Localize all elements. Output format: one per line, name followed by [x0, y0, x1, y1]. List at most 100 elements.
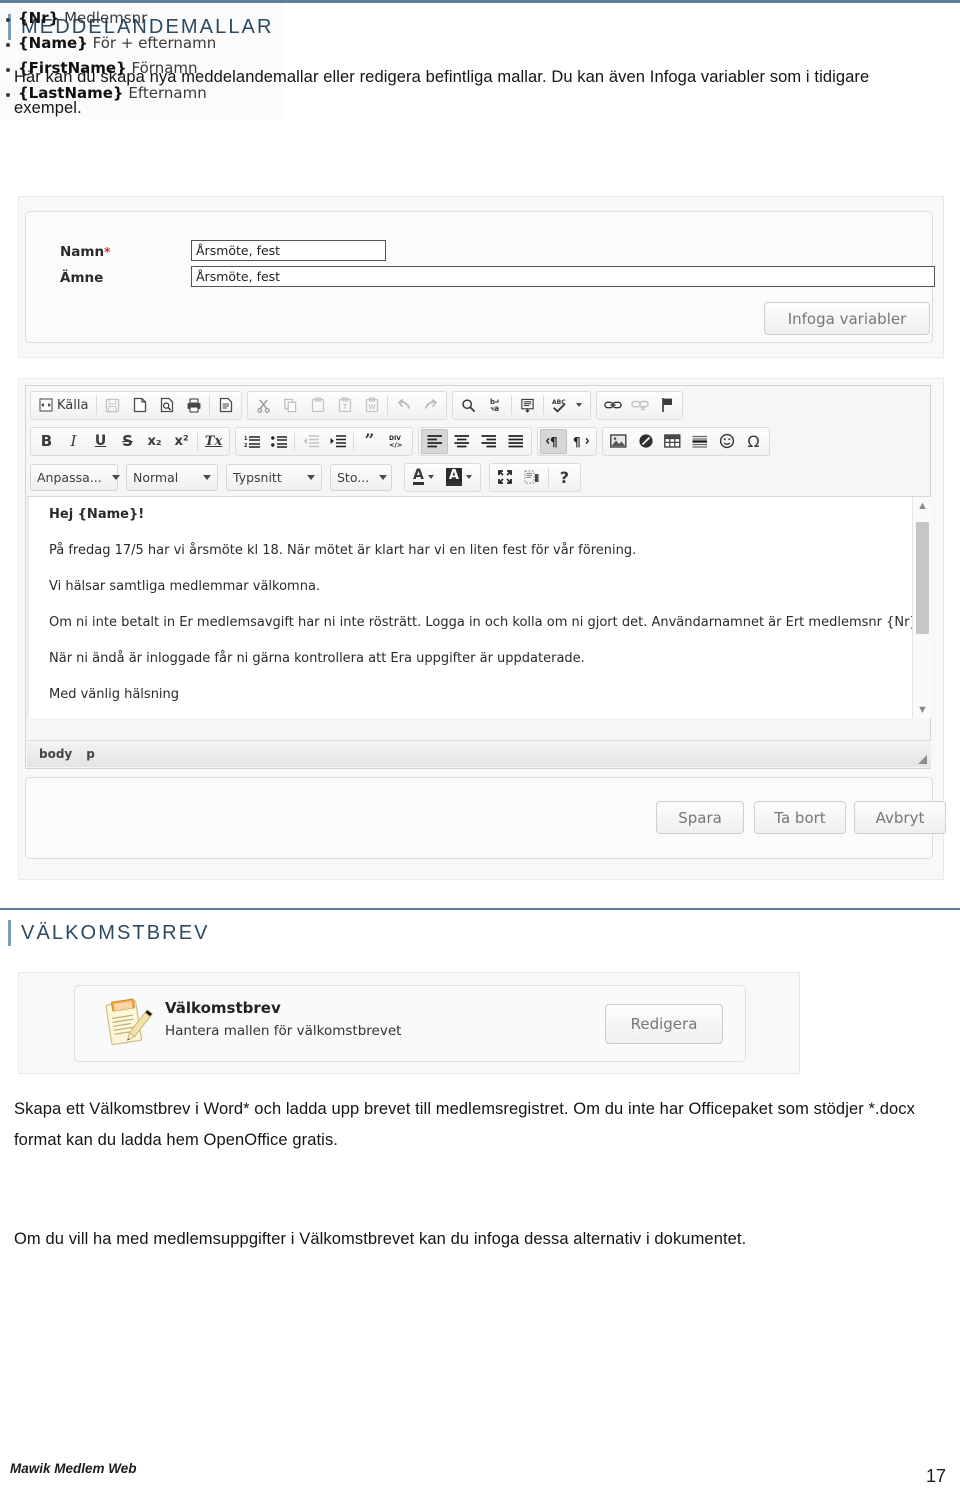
underline-button[interactable]: U: [87, 429, 114, 454]
subject-input[interactable]: [191, 266, 935, 287]
paste-button[interactable]: [304, 393, 331, 418]
variable-token: {LastName}: [18, 84, 124, 102]
rich-text-editor-panel: Källa T W b a ABC B I U S x₂ x² Tx 1 2 ”…: [18, 378, 946, 880]
spellcheck-button[interactable]: ABC: [546, 393, 588, 418]
element-path-body[interactable]: body: [39, 747, 72, 761]
italic-button[interactable]: I: [60, 429, 87, 454]
preview-button[interactable]: [153, 393, 180, 418]
editor-document-area[interactable]: Hej {Name}! På fredag 17/5 har vi årsmöt…: [27, 496, 931, 718]
anchor-button[interactable]: [653, 393, 680, 418]
toolbar-group-editing: b a ABC: [452, 390, 592, 420]
toolbar-separator: [547, 467, 549, 487]
document-paragraph: Om ni inte betalt in Er medlemsavgift ha…: [49, 615, 918, 630]
undo-arrow-icon: [398, 399, 410, 409]
cut-button[interactable]: [250, 393, 277, 418]
maximize-icon: [498, 470, 513, 484]
resize-handle[interactable]: [918, 755, 927, 764]
paste-word-button[interactable]: W: [358, 393, 385, 418]
replace-button[interactable]: b a: [482, 393, 509, 418]
find-button[interactable]: [455, 393, 482, 418]
list-item: {FirstName} Förnamn: [18, 59, 198, 77]
div-container-button[interactable]: DIV </>: [383, 429, 410, 454]
ltr-button[interactable]: ¶: [540, 428, 567, 454]
bulleted-list-button[interactable]: [265, 429, 292, 454]
scroll-up-arrow-icon[interactable]: ▲: [913, 497, 931, 515]
unlink-button[interactable]: [626, 393, 653, 418]
section-title-welcome-letter: VÄLKOMSTBREV: [8, 920, 210, 946]
chevron-down-icon: [307, 474, 315, 480]
cancel-button[interactable]: Avbryt: [854, 801, 946, 834]
editor-content[interactable]: Hej {Name}! På fredag 17/5 har vi årsmöt…: [27, 497, 918, 718]
outdent-button[interactable]: [297, 429, 324, 454]
numbered-list-button[interactable]: 1 2: [238, 429, 265, 454]
horizontal-rule-button[interactable]: [686, 429, 713, 454]
background-color-icon: A: [445, 468, 462, 486]
link-button[interactable]: [599, 393, 626, 418]
numbered-list-icon: 1 2: [244, 436, 260, 448]
text-color-button[interactable]: A: [407, 465, 440, 490]
special-char-button[interactable]: Ω: [740, 429, 767, 454]
redo-button[interactable]: [417, 393, 444, 418]
undo-button[interactable]: [390, 393, 417, 418]
blockquote-button[interactable]: ”: [356, 429, 383, 454]
svg-text:a: a: [494, 404, 499, 413]
editor-element-path-bar: body p: [27, 740, 931, 767]
save-button[interactable]: [99, 393, 126, 418]
font-size-select[interactable]: Sto...: [330, 463, 392, 491]
chevron-down-icon: [111, 474, 120, 480]
superscript-button[interactable]: x²: [168, 429, 195, 454]
scroll-down-arrow-icon[interactable]: ▼: [913, 701, 931, 718]
indent-button[interactable]: [324, 429, 351, 454]
toolbar-separator: [387, 395, 389, 415]
source-button[interactable]: Källa: [33, 393, 94, 418]
maximize-button[interactable]: [492, 465, 519, 490]
scissors-icon: [257, 398, 271, 413]
flash-button[interactable]: [632, 429, 659, 454]
styles-select[interactable]: Anpassa...: [30, 463, 120, 491]
new-page-button[interactable]: [126, 393, 153, 418]
scrollbar-thumb[interactable]: [916, 522, 929, 634]
align-left-button[interactable]: [421, 428, 448, 454]
show-blocks-button[interactable]: [519, 465, 546, 490]
paste-text-button[interactable]: T: [331, 393, 358, 418]
align-center-button[interactable]: [448, 429, 475, 454]
smiley-button[interactable]: [713, 429, 740, 454]
svg-text:W: W: [368, 403, 375, 411]
align-right-button[interactable]: [475, 429, 502, 454]
background-color-button[interactable]: A: [440, 465, 478, 490]
editor-actions-panel: Spara Ta bort Avbryt: [25, 777, 946, 859]
templates-button[interactable]: [212, 393, 239, 418]
font-size-value: Sto...: [337, 469, 370, 485]
toolbar-separator: [511, 395, 513, 415]
about-button[interactable]: ?: [551, 465, 578, 490]
strike-button[interactable]: S: [114, 429, 141, 454]
svg-text:¶: ¶: [573, 435, 581, 448]
font-family-select[interactable]: Typsnitt: [226, 463, 322, 491]
table-button[interactable]: [659, 429, 686, 454]
flash-icon: [638, 434, 653, 448]
insert-variables-button[interactable]: Infoga variabler: [764, 302, 930, 335]
remove-format-button[interactable]: Tx: [200, 429, 227, 454]
delete-button[interactable]: Ta bort: [754, 801, 846, 834]
bold-button[interactable]: B: [33, 429, 60, 454]
font-family-value: Typsnitt: [233, 469, 282, 485]
element-path-p[interactable]: p: [86, 747, 95, 761]
subscript-button[interactable]: x₂: [141, 429, 168, 454]
rtl-button[interactable]: ¶: [567, 429, 594, 454]
select-all-button[interactable]: [514, 393, 541, 418]
edit-button[interactable]: Redigera: [605, 1004, 723, 1044]
toolbar-group-clipboard: T W: [247, 390, 448, 420]
name-input[interactable]: [191, 240, 386, 261]
paragraph-format-select[interactable]: Normal: [126, 463, 218, 491]
chevron-down-icon: [427, 475, 434, 479]
align-justify-button[interactable]: [502, 429, 529, 454]
indent-icon: [330, 435, 346, 448]
copy-button[interactable]: [277, 393, 304, 418]
print-button[interactable]: [180, 393, 207, 418]
chevron-down-icon: [203, 474, 211, 480]
image-button[interactable]: [605, 429, 632, 454]
svg-text:</>: </>: [389, 441, 402, 449]
document-paragraph: Med vänlig hälsning: [49, 687, 180, 702]
editor-scrollbar[interactable]: ▲ ▼: [912, 497, 931, 718]
save-button[interactable]: Spara: [656, 801, 744, 834]
